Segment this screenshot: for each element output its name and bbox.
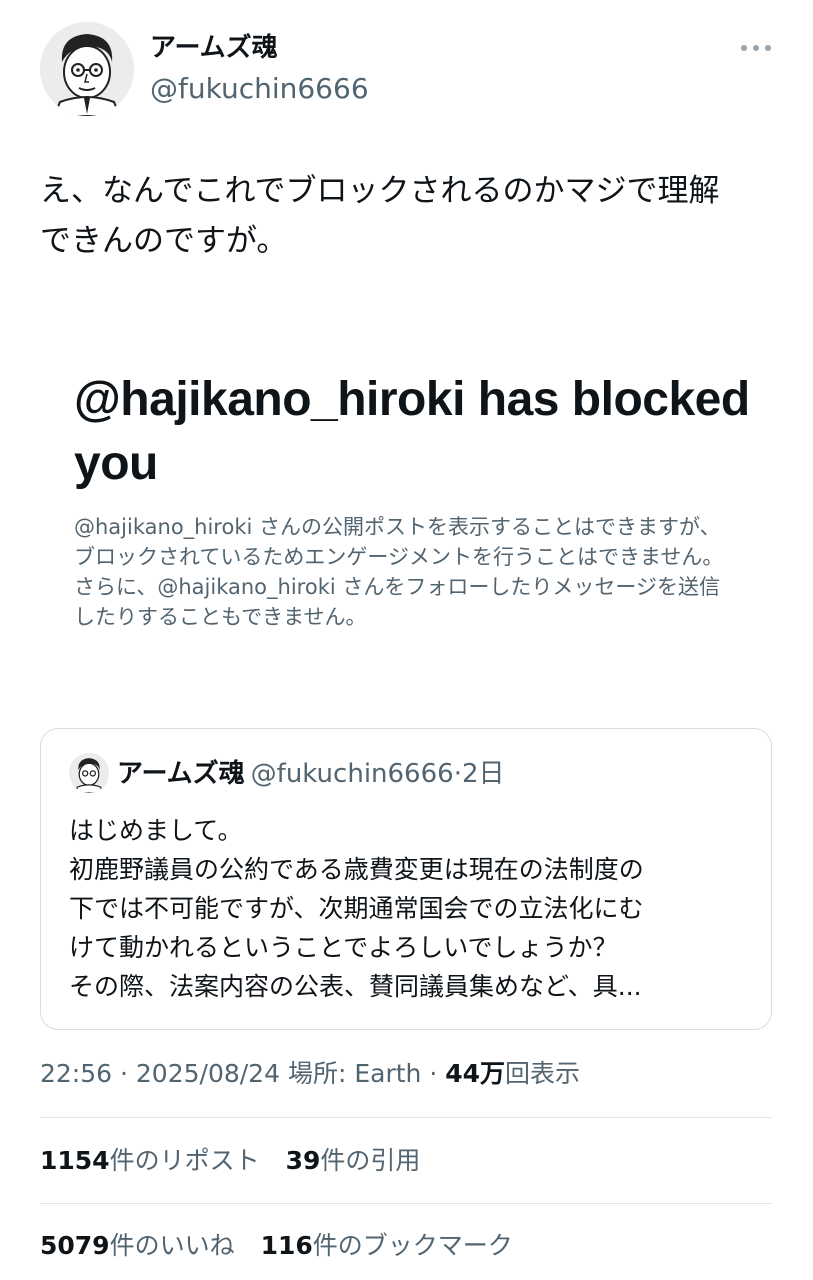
- blocked-notice-body: @hajikano_hiroki さんの公開ポストを表示することはできますが、ブ…: [74, 515, 724, 629]
- cartoon-man-avatar-icon: [40, 22, 134, 116]
- quote-line: 下では不可能ですが、次期通常国会での立法化にむ: [69, 894, 644, 923]
- bookmarks-label: 件のブックマーク: [312, 1231, 513, 1260]
- reposts-count: 1154: [40, 1146, 110, 1175]
- quotes-label: 件の引用: [320, 1146, 421, 1175]
- meta-separator: ·: [120, 1059, 128, 1088]
- quote-display-name[interactable]: アームズ魂: [117, 759, 245, 789]
- tweet-location: 場所: Earth: [287, 1059, 422, 1088]
- bookmarks-count: 116: [260, 1231, 313, 1260]
- views-label: 回表示: [505, 1059, 581, 1088]
- quote-header: アームズ魂 @fukuchin6666·2日: [117, 755, 505, 793]
- quote-line: けて動かれるということでよろしいでしょうか？: [69, 933, 618, 962]
- likes-stat[interactable]: 5079件のいいね: [40, 1231, 235, 1260]
- reposts-stat[interactable]: 1154件のリポスト: [40, 1146, 260, 1175]
- more-options-icon[interactable]: [738, 34, 774, 62]
- quotes-count: 39: [285, 1146, 321, 1175]
- reposts-label: 件のリポスト: [109, 1146, 260, 1175]
- quote-avatar[interactable]: [69, 753, 109, 793]
- stats-row-reposts: 1154件のリポスト 39件の引用: [40, 1142, 438, 1180]
- quote-line: 初鹿野議員の公約である歳費変更は現在の法制度の: [69, 855, 644, 884]
- author-display-name[interactable]: アームズ魂: [150, 30, 278, 66]
- quote-time[interactable]: 2日: [462, 759, 505, 789]
- views-count: 44万: [445, 1059, 506, 1088]
- quoted-tweet-card[interactable]: アームズ魂 @fukuchin6666·2日 はじめまして。 初鹿野議員の公約であ…: [40, 728, 772, 1030]
- quotes-stat[interactable]: 39件の引用: [286, 1146, 421, 1175]
- likes-label: 件のいいね: [109, 1231, 235, 1260]
- quote-line: はじめまして。: [69, 816, 243, 845]
- author-handle[interactable]: @fukuchin6666: [150, 70, 369, 108]
- likes-count: 5079: [40, 1231, 110, 1260]
- tweet-meta: 22:56 · 2025/08/24 場所: Earth · 44万回表示: [40, 1055, 580, 1093]
- blocked-notice-title: @hajikano_hiroki has blocked you: [74, 373, 750, 490]
- tweet-time[interactable]: 22:56: [40, 1059, 112, 1088]
- divider: [40, 1203, 772, 1204]
- quote-text: はじめまして。 初鹿野議員の公約である歳費変更は現在の法制度の 下では不可能です…: [69, 811, 759, 1007]
- divider: [40, 1117, 772, 1118]
- bookmarks-stat[interactable]: 116件のブックマーク: [261, 1231, 513, 1260]
- cartoon-man-avatar-icon: [69, 753, 109, 793]
- stats-row-likes: 5079件のいいね 116件のブックマーク: [40, 1227, 531, 1265]
- quote-line: その際、法案内容の公表、賛同議員集めなど、具...: [69, 972, 642, 1001]
- tweet-date[interactable]: 2025/08/24: [136, 1059, 280, 1088]
- tweet-text: え、なんでこれでブロックされるのかマジで理解 できんのですが。: [40, 173, 720, 259]
- meta-separator: ·: [429, 1059, 438, 1088]
- author-avatar[interactable]: [40, 22, 134, 116]
- quote-handle[interactable]: @fukuchin6666: [251, 759, 454, 789]
- quote-separator: ·: [453, 759, 462, 789]
